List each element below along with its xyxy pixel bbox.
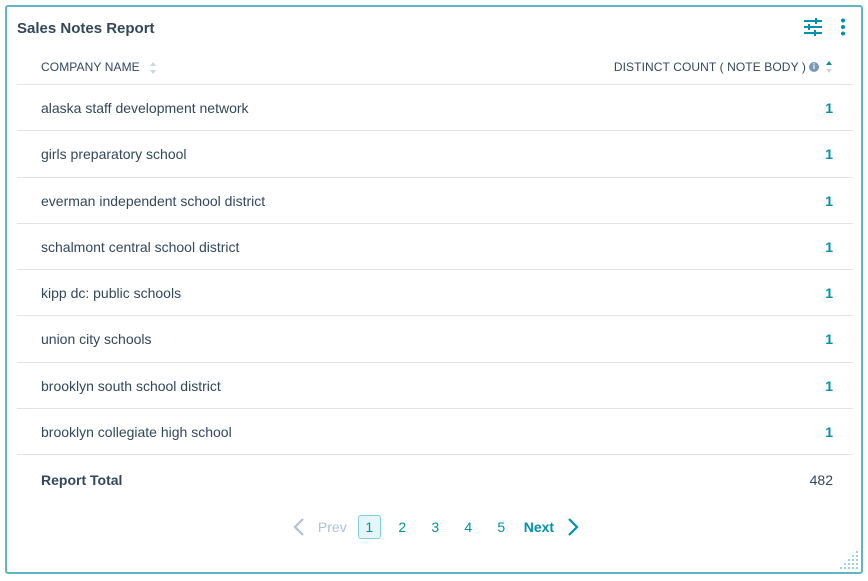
table-row: schalmont central school district 1	[17, 224, 853, 271]
resize-grip-icon[interactable]	[837, 548, 859, 570]
sort-ascending-icon[interactable]	[825, 60, 833, 74]
column-header-count[interactable]: DISTINCT COUNT ( NOTE BODY ) i	[614, 60, 833, 74]
report-table: COMPANY NAME DISTINCT COUNT ( NOTE BODY …	[17, 45, 853, 503]
chevron-left-icon[interactable]	[292, 517, 306, 537]
column-header-company[interactable]: COMPANY NAME	[41, 60, 157, 75]
page-button-1[interactable]: 1	[357, 515, 381, 539]
column-header-company-label: COMPANY NAME	[41, 60, 140, 74]
company-name-cell: alaska staff development network	[41, 100, 249, 116]
count-link[interactable]: 1	[825, 285, 833, 301]
report-title: Sales Notes Report	[17, 20, 155, 37]
filter-settings-icon[interactable]	[803, 18, 823, 36]
column-header-count-label: DISTINCT COUNT ( NOTE BODY )	[613, 60, 806, 74]
prev-page-button[interactable]: Prev	[318, 519, 347, 535]
table-row: alaska staff development network 1	[17, 85, 853, 132]
count-link[interactable]: 1	[825, 146, 833, 162]
next-page-button[interactable]: Next	[524, 519, 554, 535]
company-name-cell: union city schools	[41, 331, 152, 348]
page-button-3[interactable]: 3	[424, 515, 447, 539]
table-row: brooklyn south school district 1	[17, 363, 853, 410]
more-options-icon[interactable]	[839, 18, 847, 36]
company-name-cell: kipp dc: public schools	[41, 285, 182, 302]
company-name-cell: schalmont central school district	[41, 238, 240, 255]
table-header: COMPANY NAME DISTINCT COUNT ( NOTE BODY …	[17, 45, 853, 85]
info-icon[interactable]: i	[809, 62, 819, 72]
company-name-cell: girls preparatory school	[41, 146, 187, 163]
table-row: union city schools 1	[17, 316, 853, 363]
table-row: kipp dc: public schools 1	[17, 270, 853, 317]
count-link[interactable]: 1	[825, 193, 833, 209]
count-link[interactable]: 1	[825, 424, 833, 440]
report-total-row: Report Total 482	[17, 455, 853, 503]
company-name-cell: brooklyn collegiate high school	[41, 424, 232, 441]
chevron-right-icon[interactable]	[566, 517, 580, 537]
card-header: Sales Notes Report	[7, 7, 861, 49]
pagination: Prev 1 2 3 4 5 Next	[7, 513, 865, 541]
report-total-value: 482	[809, 472, 833, 489]
page-button-5[interactable]: 5	[490, 515, 513, 539]
report-card: Sales Notes Report COMPANY NAME DISTINCT…	[5, 5, 863, 574]
count-link[interactable]: 1	[825, 239, 833, 255]
company-name-cell: brooklyn south school district	[41, 377, 221, 394]
sort-icon[interactable]	[149, 61, 157, 75]
count-link[interactable]: 1	[825, 100, 833, 116]
count-link[interactable]: 1	[825, 378, 833, 394]
table-row: everman independent school district 1	[17, 178, 853, 224]
count-link[interactable]: 1	[825, 331, 833, 347]
report-total-label: Report Total	[41, 472, 123, 489]
table-row: girls preparatory school 1	[17, 131, 853, 178]
page-button-2[interactable]: 2	[391, 515, 414, 539]
company-name-cell: everman independent school district	[41, 192, 266, 209]
page-button-4[interactable]: 4	[457, 515, 480, 539]
table-row: brooklyn collegiate high school 1	[17, 409, 853, 456]
